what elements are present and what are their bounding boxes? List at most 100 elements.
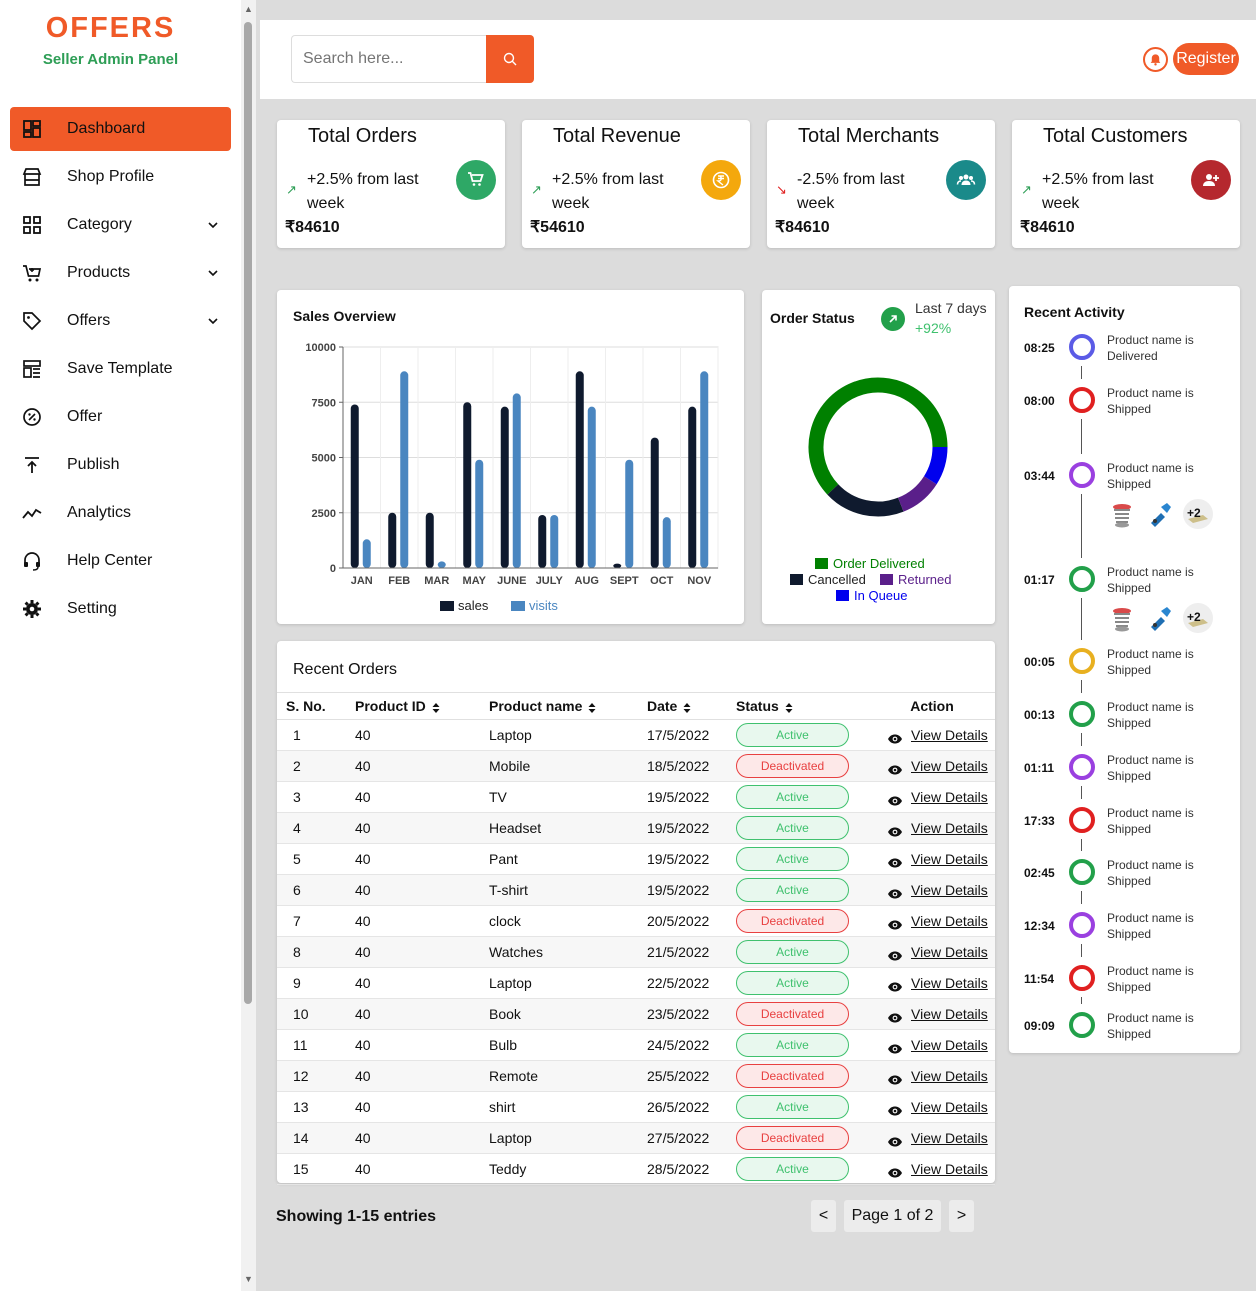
more-images-badge[interactable]: +2 [1183, 499, 1213, 529]
order-date: 18/5/2022 [647, 758, 710, 774]
column-header[interactable]: Product name [489, 692, 647, 720]
sidebar-item-offer[interactable]: Offer [10, 395, 231, 439]
view-details-link[interactable]: View Details [911, 851, 988, 867]
chevron-down-icon[interactable] [207, 266, 219, 278]
eye-icon [887, 979, 903, 992]
activity-time: 17:33 [1024, 814, 1055, 828]
sidebar-item-setting[interactable]: Setting [10, 587, 231, 631]
product-id: 40 [355, 820, 371, 836]
view-details-link[interactable]: View Details [911, 1099, 988, 1115]
sort-icon[interactable] [785, 701, 793, 714]
bar-visits [662, 517, 671, 568]
brand-logo: OFFERS [45, 12, 176, 44]
column-header-label: S. No. [286, 698, 326, 714]
sidebar-item-shop-profile[interactable]: Shop Profile [10, 155, 231, 199]
activity-time: 01:17 [1024, 573, 1055, 587]
activity-text: Product name is Shipped [1107, 647, 1194, 677]
order-status-card: Order Status Last 7 days +92% Order Deli… [762, 290, 995, 624]
view-details-link[interactable]: View Details [911, 1130, 988, 1146]
product-name: Laptop [489, 727, 532, 743]
orders-table: S. No. Product ID Product name Date Status Ac… [277, 692, 995, 1185]
sidebar-item-label: Dashboard [67, 120, 146, 137]
view-details-link[interactable]: View Details [911, 1037, 988, 1053]
sidebar-item-offers[interactable]: Offers [10, 299, 231, 343]
view-details-link[interactable]: View Details [911, 758, 988, 774]
notification-button[interactable] [1143, 47, 1168, 72]
search-input[interactable] [291, 35, 487, 83]
trend-down-icon: ↘ [776, 182, 787, 197]
view-details-link[interactable]: View Details [911, 820, 988, 836]
x-tick-label: OCT [650, 575, 674, 587]
sort-icon[interactable] [432, 701, 440, 714]
stat-change: +2.5% from last week [1042, 171, 1154, 212]
scroll-down-arrow[interactable]: ▼ [244, 1274, 253, 1284]
sales-overview-card: Sales Overview 10000 7500 5000 2500 0 JAN FEB M… [277, 290, 744, 624]
product-name: Watches [489, 944, 543, 960]
recent-orders-card: Recent Orders S. No. Product ID Product na… [277, 641, 995, 1185]
sidebar-item-products[interactable]: Products [10, 251, 231, 295]
column-header[interactable]: Status [736, 692, 869, 720]
order-date: 21/5/2022 [647, 944, 710, 960]
sales-bar-chart: 10000 7500 5000 2500 0 JAN FEB MAR MAY JUNE JULY AU… [305, 342, 719, 613]
sidebar-item-label: Setting [67, 600, 117, 617]
sidebar-item-publish[interactable]: Publish [10, 443, 231, 487]
chevron-down-icon[interactable] [207, 314, 219, 326]
activity-text: Product name is Shipped [1107, 753, 1194, 783]
product-name: Teddy [489, 1161, 527, 1177]
page-indicator: Page 1 of 2 [844, 1200, 941, 1232]
bar-sales [575, 371, 584, 568]
column-header[interactable]: Date [647, 692, 736, 720]
activity-text: Product name is Shipped [1107, 700, 1194, 730]
status-ring-icon [1069, 912, 1095, 938]
view-details-link[interactable]: View Details [911, 882, 988, 898]
status-badge: Active [736, 971, 849, 995]
status-ring-icon [1069, 965, 1095, 991]
view-details-link[interactable]: View Details [911, 789, 988, 805]
discount-icon [22, 407, 42, 427]
register-button[interactable]: Register [1173, 43, 1239, 75]
sidebar-item-analytics[interactable]: Analytics [10, 491, 231, 535]
legend-swatch [836, 590, 849, 601]
chevron-down-icon[interactable] [207, 218, 219, 230]
next-page-button[interactable]: > [949, 1200, 974, 1232]
scroll-up-arrow[interactable]: ▲ [244, 4, 253, 14]
scrollbar[interactable]: ▲ ▼ [241, 0, 256, 1291]
status-ring-icon [1069, 859, 1095, 885]
search-button[interactable] [486, 35, 534, 83]
sort-icon[interactable] [683, 701, 691, 714]
activity-thumbnails: +2 [1107, 603, 1213, 633]
donut-slice [897, 475, 937, 512]
more-images-badge[interactable]: +2 [1183, 603, 1213, 633]
view-details-link[interactable]: View Details [911, 913, 988, 929]
column-header: Action [869, 692, 995, 720]
order-date: 27/5/2022 [647, 1130, 710, 1146]
sidebar-item-dashboard[interactable]: Dashboard [10, 107, 231, 151]
view-details-link[interactable]: View Details [911, 944, 988, 960]
sort-icon[interactable] [588, 701, 596, 714]
table-row: 2 40 Mobile 18/5/2022 Deactivated View Detail… [277, 750, 995, 782]
status-badge: Active [736, 940, 849, 964]
sidebar-item-label: Offers [67, 312, 111, 329]
view-details-link[interactable]: View Details [911, 975, 988, 991]
sidebar-item-category[interactable]: Category [10, 203, 231, 247]
dashboard-icon [22, 119, 42, 139]
timeline-connector [1081, 598, 1082, 640]
table-row: 14 40 Laptop 27/5/2022 Deactivated View Detai… [277, 1122, 995, 1154]
product-name: T-shirt [489, 882, 528, 898]
view-details-link[interactable]: View Details [911, 1161, 988, 1177]
column-header[interactable]: Product ID [355, 692, 489, 720]
product-id: 40 [355, 1099, 371, 1115]
view-details-link[interactable]: View Details [911, 1006, 988, 1022]
view-details-link[interactable]: View Details [911, 727, 988, 743]
prev-page-button[interactable]: < [811, 1200, 836, 1232]
sidebar-item-save-template[interactable]: Save Template [10, 347, 231, 391]
x-tick-label: SEPT [610, 575, 639, 587]
scrollbar-thumb[interactable] [244, 22, 252, 1004]
sidebar-item-help-center[interactable]: Help Center [10, 539, 231, 583]
publish-icon [22, 455, 42, 475]
view-details-link[interactable]: View Details [911, 1068, 988, 1084]
sidebar-item-label: Analytics [67, 504, 132, 521]
activity-text: Product name is Shipped [1107, 461, 1194, 491]
activity-time: 09:09 [1024, 1019, 1055, 1033]
product-name: Laptop [489, 1130, 532, 1146]
